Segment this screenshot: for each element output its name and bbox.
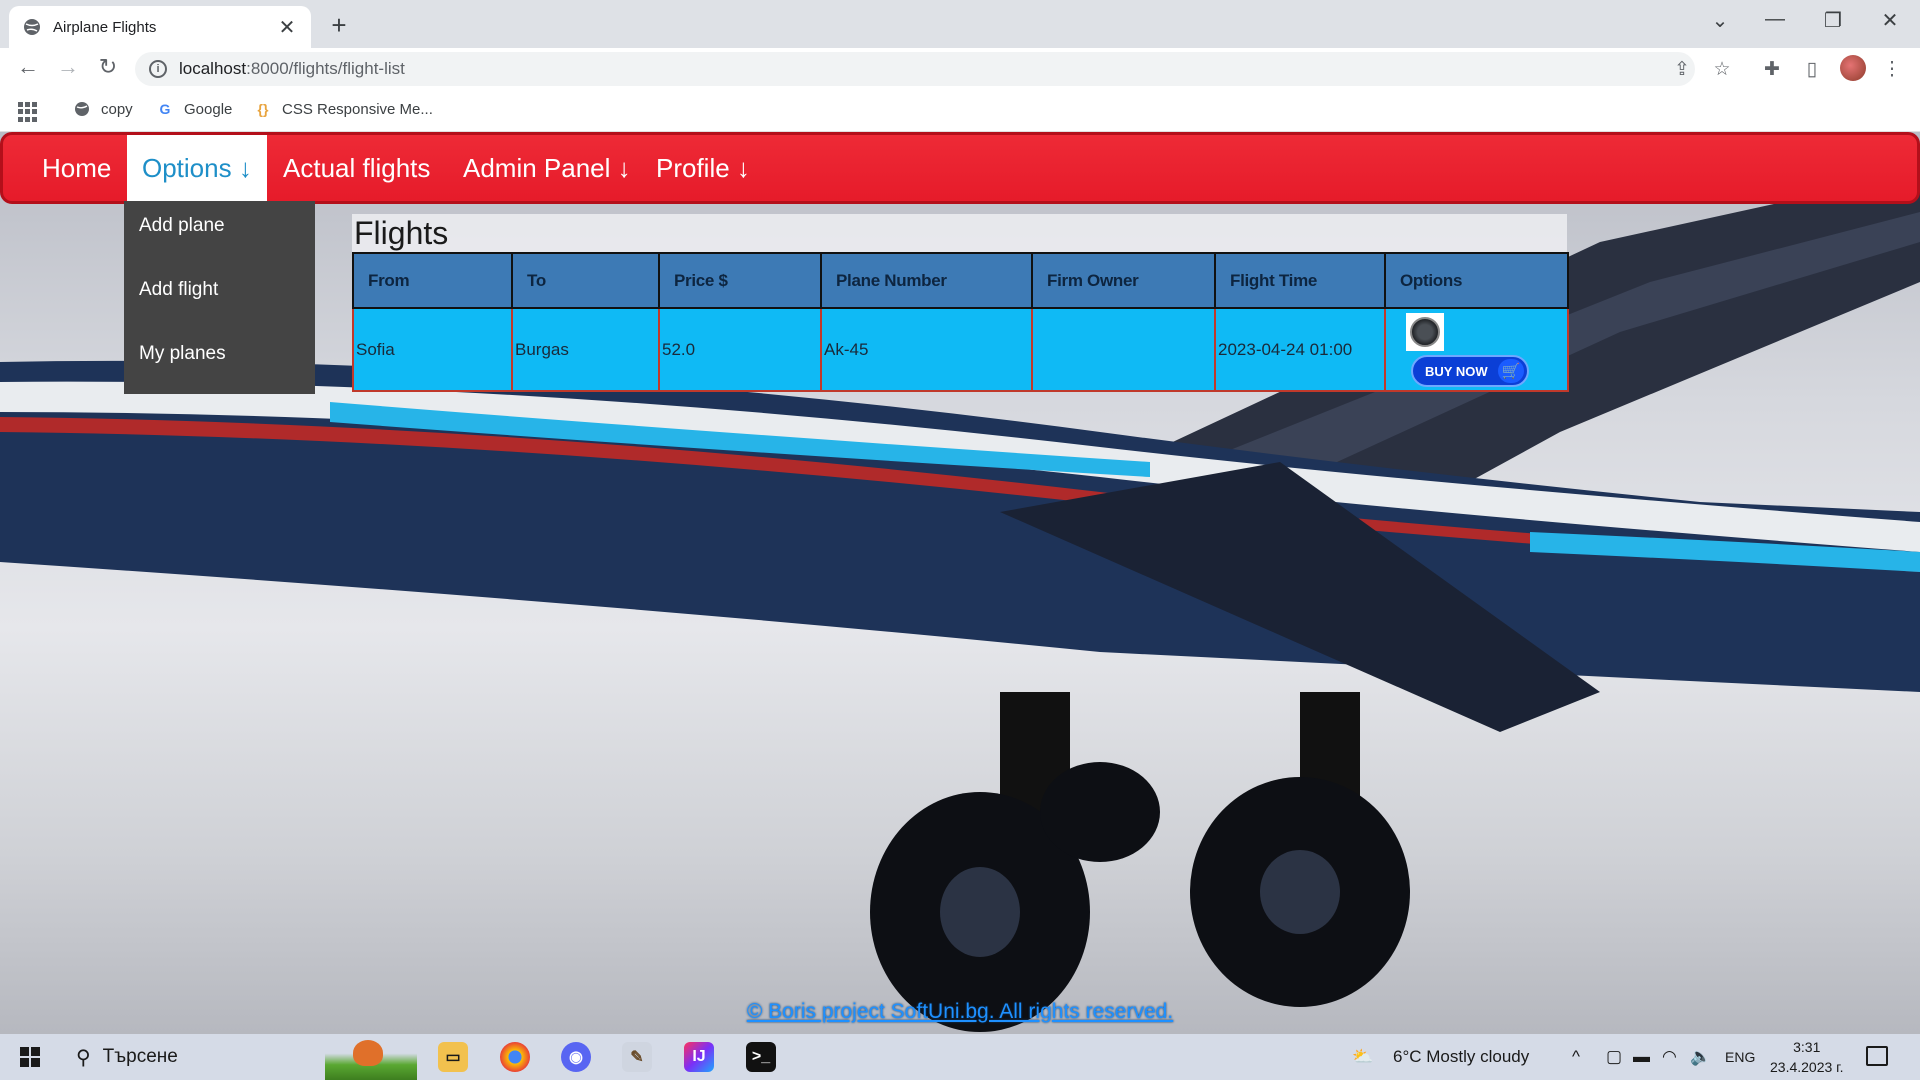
notifications-icon[interactable] [1866,1046,1888,1066]
bookmark-star-icon[interactable]: ☆ [1710,58,1734,81]
clock-time: 3:31 [1793,1039,1821,1055]
search-icon: ⚲ [76,1046,91,1069]
main-navbar: Home Options ↓ Actual flights Admin Pane… [0,132,1920,204]
tab-title: Airplane Flights [53,18,157,36]
cell-from: Sofia [352,307,513,392]
new-tab-icon[interactable]: + [324,10,354,41]
col-from: From [352,252,513,309]
weather-text[interactable]: 6°C Mostly cloudy [1393,1047,1529,1067]
cell-options: BUY NOW 🛒 [1384,307,1569,392]
tab-strip: Airplane Flights ✕ + ⌄ — ❐ ✕ [0,0,1920,48]
menu-icon[interactable]: ⋮ [1880,58,1904,81]
discord-icon[interactable]: ◉ [561,1042,591,1072]
chrome-icon[interactable] [500,1042,530,1072]
page-viewport: Home Options ↓ Actual flights Admin Pane… [0,132,1920,1034]
tab-search-icon[interactable]: ⌄ [1700,8,1740,33]
dropdown-add-plane[interactable]: Add plane [139,215,225,237]
extensions-icon[interactable]: ✚ [1760,58,1784,81]
google-icon: G [159,101,171,117]
code-brackets-icon: {} [257,101,269,117]
profile-avatar[interactable] [1840,55,1866,81]
options-dropdown: Add plane Add flight My planes [124,201,315,394]
footer-copyright-link[interactable]: © Boris project SoftUni.bg. All rights r… [0,1000,1920,1024]
restore-icon[interactable]: ❐ [1813,8,1853,33]
cell-flight-time: 2023-04-24 01:00 [1214,307,1386,392]
cell-to: Burgas [511,307,660,392]
close-tab-icon[interactable]: ✕ [277,15,297,40]
minimize-icon[interactable]: — [1755,8,1795,31]
windows-taskbar: ⚲ Търсене ▭ ◉ ✎ IJ >_ ⛅ 6°C Mostly cloud… [0,1034,1920,1080]
table-header-row: From To Price $ Plane Number Firm Owner … [352,252,1569,309]
browser-toolbar: ← → ↻ i localhost:8000/flights/flight-li… [0,48,1920,90]
volume-icon[interactable]: 🔈 [1690,1047,1711,1067]
flights-table: From To Price $ Plane Number Firm Owner … [352,252,1569,392]
paint-icon[interactable]: ✎ [622,1042,652,1072]
bookmark-google[interactable]: G Google [156,100,233,118]
col-to: To [511,252,660,309]
col-plane-number: Plane Number [820,252,1033,309]
weather-icon[interactable]: ⛅ [1352,1047,1373,1067]
back-icon[interactable]: ← [12,54,44,80]
flights-heading: Flights [352,214,1567,252]
side-panel-icon[interactable]: ▯ [1800,58,1824,81]
cell-firm-owner [1031,307,1216,392]
buy-now-label: BUY NOW [1425,363,1488,379]
language-indicator[interactable]: ENG [1725,1049,1755,1065]
wifi-icon[interactable]: ◠ [1662,1047,1677,1067]
globe-icon [24,19,40,35]
bookmarks-bar: copy G Google {} CSS Responsive Me... [0,90,1920,132]
dropdown-add-flight[interactable]: Add flight [139,279,218,301]
flights-section: Flights From To Price $ Plane Number Fir… [352,214,1569,392]
share-icon[interactable]: ⇪ [1670,58,1694,81]
address-bar[interactable]: i localhost:8000/flights/flight-list [135,52,1695,86]
meet-icon[interactable]: ▢ [1606,1047,1622,1067]
site-info-icon[interactable]: i [149,60,167,78]
col-price: Price $ [658,252,822,309]
nav-profile[interactable]: Profile ↓ [641,135,765,201]
fox-icon [353,1040,383,1066]
col-firm-owner: Firm Owner [1031,252,1216,309]
cell-price: 52.0 [658,307,822,392]
taskbar-clock[interactable]: 3:31 23.4.2023 г. [1770,1037,1843,1077]
remove-flight-icon[interactable] [1406,313,1444,351]
nav-options[interactable]: Options ↓ [127,135,267,201]
nav-admin-panel[interactable]: Admin Panel ↓ [448,135,646,201]
cell-plane-number: Ak-45 [820,307,1033,392]
file-explorer-icon[interactable]: ▭ [438,1042,468,1072]
browser-tab[interactable]: Airplane Flights ✕ [9,6,311,48]
tray-overflow-icon[interactable]: ^ [1572,1047,1580,1067]
dropdown-my-planes[interactable]: My planes [139,343,226,365]
reload-icon[interactable]: ↻ [92,54,124,80]
clock-date: 23.4.2023 г. [1770,1059,1844,1075]
shopping-cart-icon: 🛒 [1498,359,1524,383]
intellij-icon[interactable]: IJ [684,1042,714,1072]
col-flight-time: Flight Time [1214,252,1386,309]
close-window-icon[interactable]: ✕ [1870,8,1910,33]
globe-icon [73,100,91,118]
nav-home[interactable]: Home [27,135,126,201]
windows-start-icon[interactable] [20,1047,40,1067]
nav-actual-flights[interactable]: Actual flights [268,135,445,201]
col-options: Options [1384,252,1569,309]
buy-now-button[interactable]: BUY NOW 🛒 [1411,355,1529,387]
bookmark-css-responsive[interactable]: {} CSS Responsive Me... [254,100,433,118]
taskbar-search-placeholder: Търсене [102,1046,178,1067]
terminal-icon[interactable]: >_ [746,1042,776,1072]
battery-icon[interactable]: ▬ [1633,1047,1650,1067]
apps-grid-icon[interactable] [18,102,38,122]
table-row: Sofia Burgas 52.0 Ak-45 2023-04-24 01:00… [352,307,1569,392]
forward-icon[interactable]: → [52,54,84,80]
bookmark-copy[interactable]: copy [73,100,133,118]
url-text: localhost:8000/flights/flight-list [179,59,405,78]
